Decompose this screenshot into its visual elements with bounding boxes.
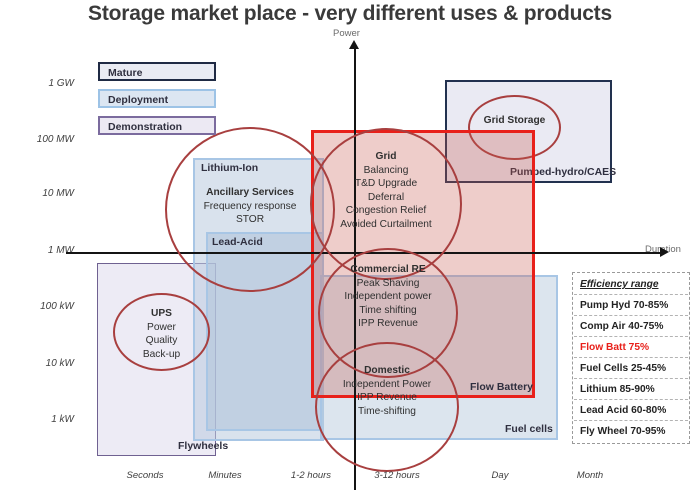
bubble-label-domestic: Domestic Independent Power IPP Revenue T… (318, 364, 456, 418)
bubble-line-time-shifting-dom: Time-shifting (358, 405, 416, 417)
bubble-line-time-shifting: Time shifting (359, 304, 417, 316)
bubble-line-backup: Back-up (142, 348, 181, 360)
x-axis-arrow (660, 247, 669, 257)
bubble-title-commercial-re: Commercial RE (350, 264, 426, 275)
efficiency-row-pump-hyd: Pump Hyd 70-85% (574, 295, 688, 316)
x-tick-day: Day (491, 470, 509, 481)
y-tick-1kw: 1 kW (51, 414, 74, 425)
bubble-label-grid: Grid Balancing T&D Upgrade Deferral Cong… (315, 150, 457, 231)
x-tick-1-2-hours: 1-2 hours (290, 470, 332, 481)
legend-item-mature[interactable]: Mature (98, 62, 216, 81)
bubble-title-ancillary-services: Ancillary Services (206, 187, 294, 198)
efficiency-range-table: Efficiency range Pump Hyd 70-85% Comp Ai… (572, 272, 690, 444)
bubble-line-peak-shaving: Peak Shaving (356, 277, 420, 289)
legend-item-demonstration[interactable]: Demonstration (98, 116, 216, 135)
x-tick-seconds: Seconds (126, 470, 164, 481)
efficiency-table-header: Efficiency range (574, 274, 688, 295)
bubble-label-ancillary-services: Ancillary Services Frequency response ST… (170, 186, 330, 227)
y-axis-arrow (349, 40, 359, 49)
efficiency-row-lead-acid: Lead Acid 60-80% (574, 400, 688, 421)
bubble-title-ups: UPS (151, 308, 172, 319)
bubble-line-ipp-revenue-dom: IPP Revenue (357, 392, 417, 403)
bubble-line-stor: STOR (235, 214, 265, 225)
x-tick-month: Month (576, 470, 604, 481)
y-tick-1mw: 1 MW (47, 245, 74, 256)
region-label-flow-battery: Flow Battery (470, 381, 534, 393)
chart-canvas: Storage market place - very different us… (0, 0, 700, 500)
bubble-line-congestion-relief: Congestion Relief (345, 205, 427, 216)
bubble-line-frequency-response: Frequency response (203, 200, 297, 212)
bubble-line-balancing: Balancing (363, 164, 409, 176)
x-tick-minutes: Minutes (208, 470, 242, 481)
efficiency-row-fuel-cells: Fuel Cells 25-45% (574, 358, 688, 379)
bubble-line-independent-power-dom: Independent Power (342, 378, 432, 390)
bubble-line-quality: Quality (145, 335, 178, 346)
y-tick-10mw: 10 MW (42, 188, 74, 199)
bubble-title-grid: Grid (375, 151, 397, 162)
efficiency-row-lithium: Lithium 85-90% (574, 379, 688, 400)
y-tick-1gw: 1 GW (48, 78, 74, 89)
bubble-line-avoided-curtailment: Avoided Curtailment (340, 218, 432, 230)
page-title: Storage market place - very different us… (88, 2, 612, 25)
bubble-title-grid-storage: Grid Storage (483, 115, 546, 126)
region-label-fuel-cells: Fuel cells (505, 423, 553, 435)
y-axis-label: Power (333, 28, 360, 39)
y-tick-100mw: 100 MW (36, 134, 74, 145)
bubble-line-independent-power: Independent power (344, 291, 432, 302)
bubble-label-grid-storage: Grid Storage (470, 114, 559, 128)
bubble-line-deferral: Deferral (367, 191, 405, 203)
efficiency-row-comp-air: Comp Air 40-75% (574, 316, 688, 337)
bubble-label-commercial-re: Commercial RE Peak Shaving Independent p… (320, 263, 456, 331)
x-tick-3-12-hours: 3-12 hours (374, 470, 420, 481)
legend-item-deployment[interactable]: Deployment (98, 89, 216, 108)
bubble-line-power: Power (147, 321, 176, 333)
y-tick-10kw: 10 kW (45, 358, 74, 369)
efficiency-row-flow-batt: Flow Batt 75% (574, 337, 688, 358)
efficiency-row-fly-wheel: Fly Wheel 70-95% (580, 426, 666, 437)
bubble-line-ipp-revenue: IPP Revenue (358, 318, 418, 329)
y-tick-100kw: 100 kW (40, 301, 74, 312)
bubble-title-domestic: Domestic (364, 365, 410, 376)
bubble-label-ups: UPS Power Quality Back-up (115, 307, 208, 361)
bubble-line-td-upgrade: T&D Upgrade (354, 178, 418, 189)
region-label-flywheels: Flywheels (178, 440, 229, 452)
